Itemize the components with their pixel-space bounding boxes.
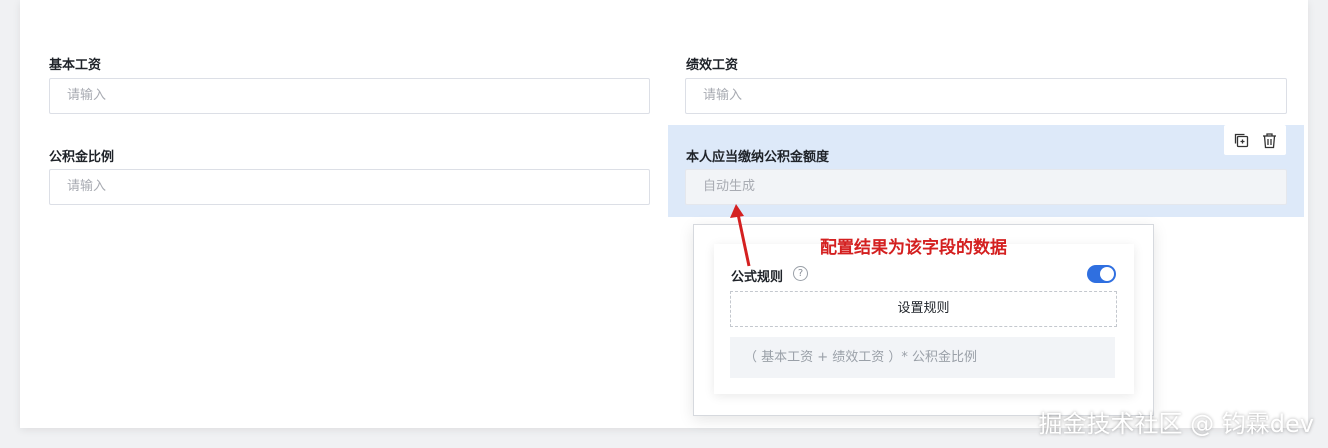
annotation-text: 配置结果为该字段的数据	[820, 238, 1007, 258]
field-actions	[1224, 125, 1286, 155]
watermark: 掘金技术社区 @ 钧霖dev	[1038, 410, 1314, 438]
field-label-fund-amount: 本人应当缴纳公积金额度	[686, 150, 830, 165]
formula-toggle[interactable]	[1087, 265, 1116, 283]
fund-amount-input: 自动生成	[685, 169, 1287, 205]
field-label-performance-salary: 绩效工资	[686, 58, 739, 73]
copy-icon[interactable]	[1231, 130, 1251, 150]
performance-salary-input[interactable]: 请输入	[685, 78, 1287, 114]
trash-icon[interactable]	[1259, 130, 1279, 150]
fund-ratio-input[interactable]: 请输入	[49, 169, 650, 205]
annotation-arrow	[730, 204, 751, 267]
help-icon[interactable]: ?	[793, 266, 808, 281]
field-label-fund-ratio: 公积金比例	[49, 150, 115, 165]
toggle-knob	[1100, 267, 1114, 281]
formula-preview: （ 基本工资 + 绩效工资 ）* 公积金比例	[730, 337, 1115, 378]
set-rule-button[interactable]: 设置规则	[730, 291, 1117, 327]
field-label-basic-salary: 基本工资	[49, 58, 102, 73]
basic-salary-input[interactable]: 请输入	[49, 78, 650, 114]
